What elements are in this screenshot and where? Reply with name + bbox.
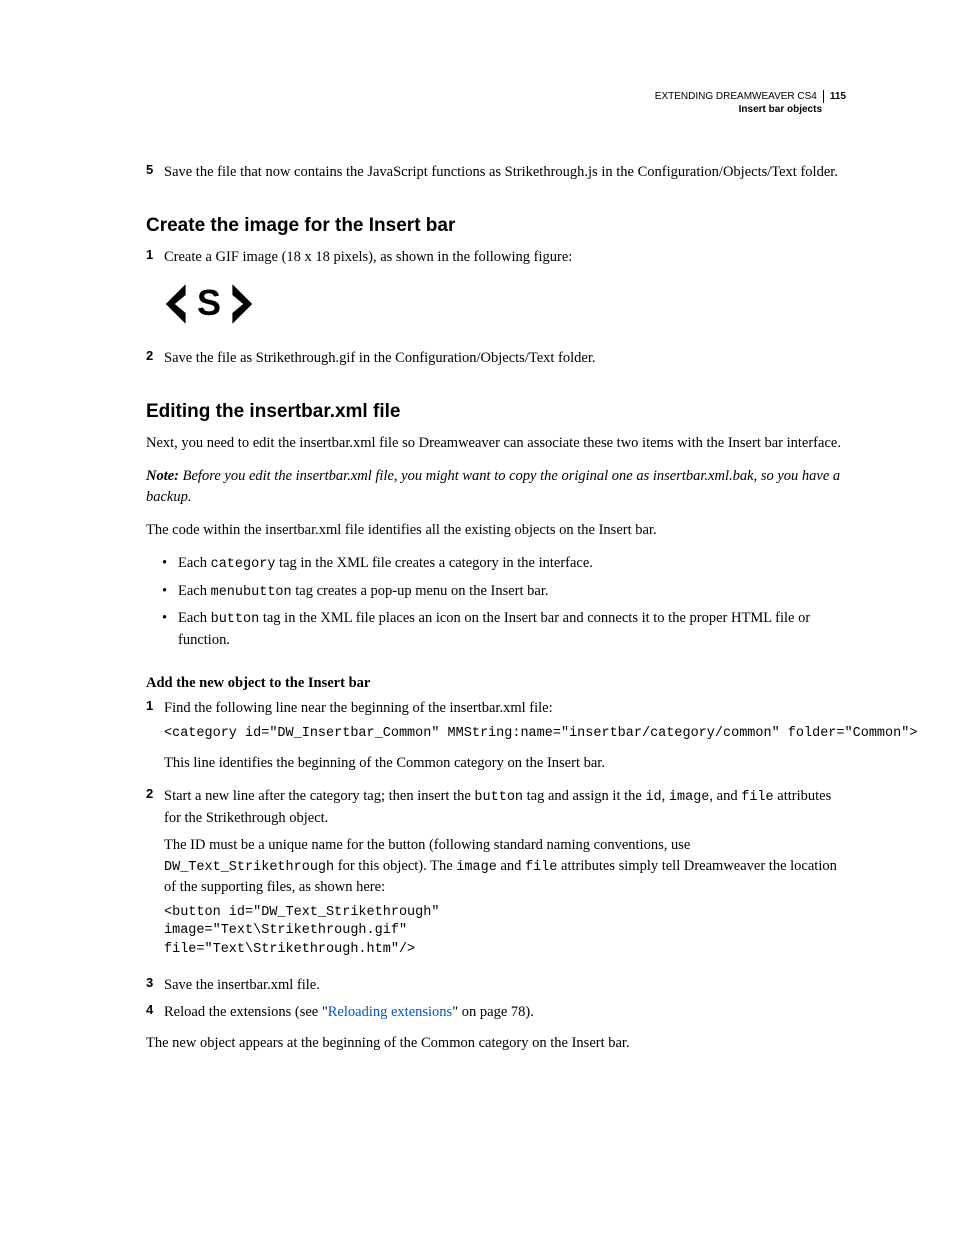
note-text: Before you edit the insertbar.xml file, … xyxy=(146,468,840,505)
bullet-menubutton: • Each menubutton tag creates a pop-up m… xyxy=(146,581,846,603)
code-dw-text-strikethrough: DW_Text_Strikethrough xyxy=(164,860,334,875)
text-fragment: Each xyxy=(178,555,211,571)
sec1-step-2: 2 Save the file as Strikethrough.gif in … xyxy=(146,348,846,369)
heading-create-image: Create the image for the Insert bar xyxy=(146,215,846,237)
sec2-step-3: 3 Save the insertbar.xml file. xyxy=(146,975,846,996)
section-name: Insert bar objects xyxy=(655,103,846,116)
step-text: Create a GIF image (18 x 18 pixels), as … xyxy=(164,247,846,268)
code-file-2: file xyxy=(525,860,557,875)
code-file: file xyxy=(741,790,773,805)
step-para-2: The ID must be a unique name for the but… xyxy=(164,835,846,899)
text-fragment: , and xyxy=(709,788,741,804)
bullet-marker: • xyxy=(162,608,178,651)
step-marker: 5 xyxy=(146,162,164,183)
note-backup: Note: Before you edit the insertbar.xml … xyxy=(146,466,846,508)
text-fragment: and xyxy=(497,858,525,874)
code-button-tag: <button id="DW_Text_Strikethrough" image… xyxy=(164,904,846,959)
bullet-text: Each category tag in the XML file create… xyxy=(178,553,593,575)
link-reloading-extensions[interactable]: Reloading extensions xyxy=(328,1004,452,1020)
step-followup: This line identifies the beginning of th… xyxy=(164,753,917,774)
code-category-tag: <category id="DW_Insertbar_Common" MMStr… xyxy=(164,725,917,743)
text-fragment: Each xyxy=(178,610,211,626)
bullet-marker: • xyxy=(162,581,178,603)
step-5: 5 Save the file that now contains the Ja… xyxy=(146,162,846,183)
para-result: The new object appears at the beginning … xyxy=(146,1033,846,1054)
text-fragment: tag and assign it the xyxy=(523,788,645,804)
bullet-text: Each button tag in the XML file places a… xyxy=(178,608,846,651)
code-image: image xyxy=(669,790,710,805)
text-fragment: Reload the extensions (see " xyxy=(164,1004,328,1020)
bullet-marker: • xyxy=(162,553,178,575)
heading-editing-insertbar: Editing the insertbar.xml file xyxy=(146,401,846,423)
text-fragment: for this object). The xyxy=(334,858,456,874)
para-code-identifies: The code within the insertbar.xml file i… xyxy=(146,520,846,541)
text-fragment: " on page 78). xyxy=(452,1004,534,1020)
svg-text:S: S xyxy=(197,282,221,323)
subheading-add-new-object: Add the new object to the Insert bar xyxy=(146,675,846,692)
step-text: Save the file that now contains the Java… xyxy=(164,162,846,183)
text-fragment: , xyxy=(662,788,669,804)
sec2-step-1: 1 Find the following line near the begin… xyxy=(146,698,846,780)
step-text: Find the following line near the beginni… xyxy=(164,698,917,719)
code-menubutton: menubutton xyxy=(211,585,292,600)
code-image-2: image xyxy=(456,860,497,875)
text-fragment: tag in the XML file creates a category i… xyxy=(275,555,593,571)
step-text: Save the insertbar.xml file. xyxy=(164,975,846,996)
step-text: Save the file as Strikethrough.gif in th… xyxy=(164,348,846,369)
step-marker: 2 xyxy=(146,786,164,969)
bullet-category: • Each category tag in the XML file crea… xyxy=(146,553,846,575)
bullet-button: • Each button tag in the XML file places… xyxy=(146,608,846,651)
text-fragment: tag in the XML file places an icon on th… xyxy=(178,610,810,648)
text-fragment: The ID must be a unique name for the but… xyxy=(164,837,690,853)
bullet-text: Each menubutton tag creates a pop-up men… xyxy=(178,581,549,603)
code-id: id xyxy=(645,790,661,805)
strikethrough-icon-figure: S xyxy=(164,276,254,332)
text-fragment: Start a new line after the category tag;… xyxy=(164,788,474,804)
step-text: Start a new line after the category tag;… xyxy=(164,786,846,829)
sec1-step-1: 1 Create a GIF image (18 x 18 pixels), a… xyxy=(146,247,846,268)
step-marker: 1 xyxy=(146,698,164,780)
step-marker: 4 xyxy=(146,1002,164,1023)
step-marker: 2 xyxy=(146,348,164,369)
page-header: EXTENDING DREAMWEAVER CS4115 Insert bar … xyxy=(655,90,846,116)
text-fragment: Each xyxy=(178,583,211,599)
step-marker: 3 xyxy=(146,975,164,996)
code-button-inline: button xyxy=(474,790,523,805)
code-category: category xyxy=(211,557,276,572)
page-number: 115 xyxy=(824,91,846,102)
step-marker: 1 xyxy=(146,247,164,268)
sec2-step-2: 2 Start a new line after the category ta… xyxy=(146,786,846,969)
code-button: button xyxy=(211,612,260,627)
step-text: Reload the extensions (see "Reloading ex… xyxy=(164,1002,846,1023)
doc-title: EXTENDING DREAMWEAVER CS4 xyxy=(655,90,824,103)
note-label: Note: xyxy=(146,468,183,484)
para-intro: Next, you need to edit the insertbar.xml… xyxy=(146,433,846,454)
text-fragment: tag creates a pop-up menu on the Insert … xyxy=(292,583,549,599)
sec2-step-4: 4 Reload the extensions (see "Reloading … xyxy=(146,1002,846,1023)
